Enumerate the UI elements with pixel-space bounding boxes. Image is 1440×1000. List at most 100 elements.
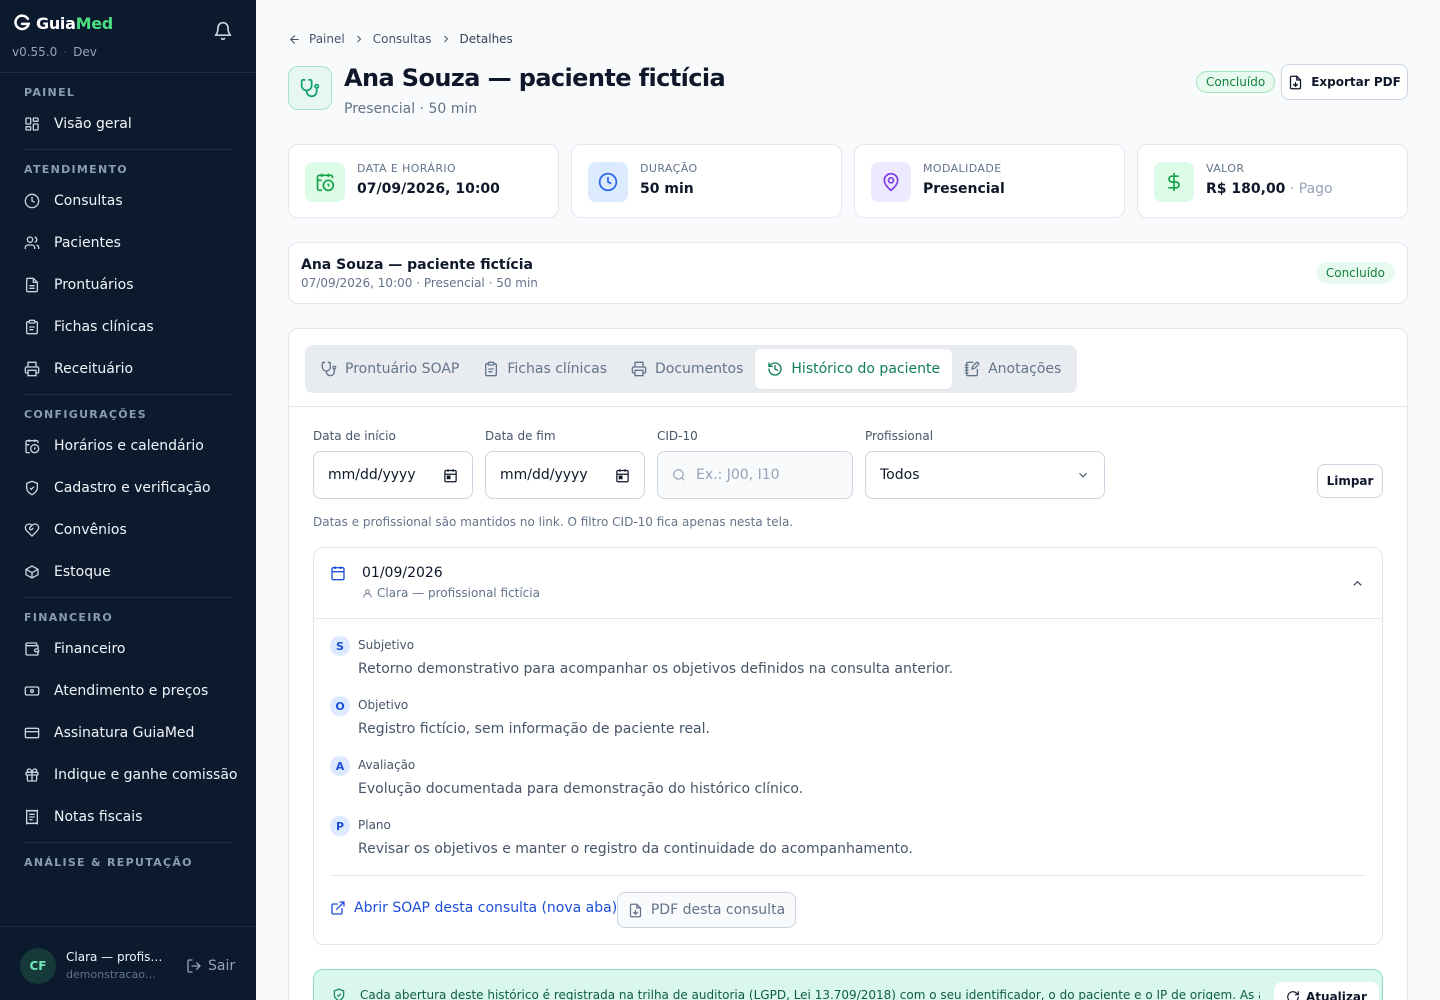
stat-value: Presencial (923, 181, 1005, 197)
package-icon (25, 565, 39, 579)
sidebar-item-label: Notas fiscais (54, 809, 143, 825)
sidebar-item-atendimento-precos[interactable]: Atendimento e preços (0, 670, 256, 712)
logout-label: Sair (208, 958, 236, 974)
sidebar-item-assinatura[interactable]: Assinatura GuiaMed (0, 712, 256, 754)
tab-fichas-clinicas[interactable]: Fichas clínicas (471, 349, 619, 389)
soap-plano: P Plano Revisar os objetivos e manter o … (330, 816, 1366, 876)
external-link-icon (331, 901, 345, 915)
history-filters: Data de início mm/dd/yyyy Data de fim mm… (313, 429, 1385, 499)
tab-label: Prontuário SOAP (345, 361, 460, 377)
shield-check-icon (26, 480, 38, 496)
guiamed-logo-icon (14, 14, 31, 31)
soap-avaliacao: A Avaliação Evolução documentada para de… (330, 756, 1366, 816)
cid-label: CID-10 (657, 429, 698, 443)
sidebar-item-financeiro[interactable]: Financeiro (0, 628, 256, 670)
notifications-button[interactable] (213, 21, 233, 41)
history-entry: 01/09/2026 Clara — profissional fictícia… (313, 547, 1383, 945)
refresh-icon (1287, 991, 1299, 1000)
divider (330, 875, 1366, 876)
soap-subjetivo: S Subjetivo Retorno demonstrativo para a… (330, 636, 1366, 696)
arrow-left-icon[interactable] (288, 33, 301, 46)
cid-search-input[interactable]: Ex.: J00, I10 (657, 451, 853, 499)
logo[interactable]: GuiaMed (12, 13, 113, 33)
sidebar-item-label: Visão geral (54, 116, 132, 132)
section-financeiro: FINANCEIRO (24, 611, 114, 624)
sidebar-item-prontuarios[interactable]: Prontuários (0, 264, 256, 306)
avatar[interactable]: CF (20, 948, 56, 984)
sidebar-nav: PAINEL Visão geral ATENDIMENTO Consultas… (0, 73, 256, 873)
brand-name-a: Guia (36, 13, 76, 33)
tab-label: Documentos (655, 361, 744, 377)
soap-letter-badge: P (330, 816, 350, 836)
tabs-panel: Prontuário SOAP Fichas clínicas Document… (288, 328, 1408, 1000)
open-soap-label: Abrir SOAP desta consulta (nova aba) (354, 900, 618, 916)
clear-filters-button[interactable]: Limpar (1317, 464, 1383, 498)
start-date-label: Data de início (313, 429, 396, 443)
open-soap-link[interactable]: Abrir SOAP desta consulta (nova aba) (330, 900, 617, 916)
sidebar-item-convenios[interactable]: Convênios (0, 509, 256, 551)
stat-icon-box (305, 162, 345, 202)
sidebar-item-indique[interactable]: Indique e ganhe comissão (0, 754, 256, 796)
breadcrumb-consultas[interactable]: Consultas (373, 32, 432, 46)
tab-label: Anotações (988, 361, 1062, 377)
payment-status: · Pago (1285, 181, 1333, 197)
start-date-input[interactable]: mm/dd/yyyy (313, 451, 473, 499)
clipboard-icon (26, 319, 38, 335)
status-badge: Concluído (1196, 71, 1276, 93)
version-info: v0.55.0 · Dev (12, 45, 97, 59)
stat-label: DATA E HORÁRIO (357, 162, 457, 175)
sidebar-item-label: Atendimento e preços (54, 683, 209, 699)
soap-letter-badge: S (330, 636, 350, 656)
stat-value-amount: R$ 180,00 (1206, 181, 1286, 197)
tab-documentos[interactable]: Documentos (619, 349, 755, 389)
export-pdf-label: Exportar PDF (1311, 75, 1401, 89)
stethoscope-icon (321, 361, 337, 377)
wallet-icon (25, 642, 40, 656)
tab-anotacoes[interactable]: Anotações (952, 349, 1073, 389)
sidebar-item-pacientes[interactable]: Pacientes (0, 222, 256, 264)
sidebar-item-estoque[interactable]: Estoque (0, 551, 256, 593)
sidebar-item-consultas[interactable]: Consultas (0, 180, 256, 222)
stat-value: 50 min (640, 181, 694, 197)
sidebar-item-label: Consultas (54, 193, 123, 209)
sidebar-item-notas-fiscais[interactable]: Notas fiscais (0, 796, 256, 838)
sidebar-item-receituario[interactable]: Receituário (0, 348, 256, 390)
gift-icon (25, 768, 39, 782)
consultation-pdf-label: PDF desta consulta (650, 902, 786, 918)
refresh-button[interactable]: Atualizar (1274, 982, 1379, 1000)
professional-select[interactable]: Todos (865, 451, 1105, 499)
consultation-pdf-button[interactable]: PDF desta consulta (617, 892, 796, 928)
calendar-clock-icon (25, 439, 40, 454)
soap-letter-badge: A (330, 756, 350, 776)
sidebar-item-cadastro[interactable]: Cadastro e verificação (0, 467, 256, 509)
sidebar-item-label: Assinatura GuiaMed (54, 725, 195, 741)
end-date-value: mm/dd/yyyy (500, 467, 588, 483)
logout-button[interactable]: Sair (186, 958, 235, 974)
tab-list: Prontuário SOAP Fichas clínicas Document… (305, 345, 1078, 393)
stat-label: MODALIDADE (923, 162, 1002, 175)
map-pin-icon (883, 172, 899, 192)
sidebar-item-label: Prontuários (54, 277, 134, 293)
summary-status-badge: Concluído (1315, 262, 1395, 284)
soap-title: Plano (358, 818, 391, 832)
export-pdf-button[interactable]: Exportar PDF (1281, 64, 1408, 100)
tab-label: Fichas clínicas (507, 361, 608, 377)
tab-prontuario-soap[interactable]: Prontuário SOAP (309, 349, 471, 389)
page-subtitle: Presencial · 50 min (344, 101, 478, 117)
stat-icon-box (588, 162, 628, 202)
file-down-icon (1290, 75, 1302, 89)
sidebar-item-label: Convênios (54, 522, 127, 538)
sidebar-item-horarios[interactable]: Horários e calendário (0, 425, 256, 467)
printer-icon (631, 361, 647, 377)
clock-icon (598, 172, 618, 192)
soap-text: Revisar os objetivos e manter o registro… (358, 841, 913, 857)
sidebar-item-fichas-clinicas[interactable]: Fichas clínicas (0, 306, 256, 348)
history-entry-header[interactable]: 01/09/2026 Clara — profissional fictícia (314, 548, 1382, 619)
sidebar-item-visao-geral[interactable]: Visão geral (0, 103, 256, 145)
chevron-up-icon[interactable] (1350, 576, 1365, 591)
end-date-input[interactable]: mm/dd/yyyy (485, 451, 645, 499)
breadcrumb-painel[interactable]: Painel (309, 32, 345, 46)
environment-label: Dev (73, 45, 97, 59)
tab-historico-paciente[interactable]: Histórico do paciente (755, 349, 953, 389)
stat-icon-box (1154, 162, 1194, 202)
